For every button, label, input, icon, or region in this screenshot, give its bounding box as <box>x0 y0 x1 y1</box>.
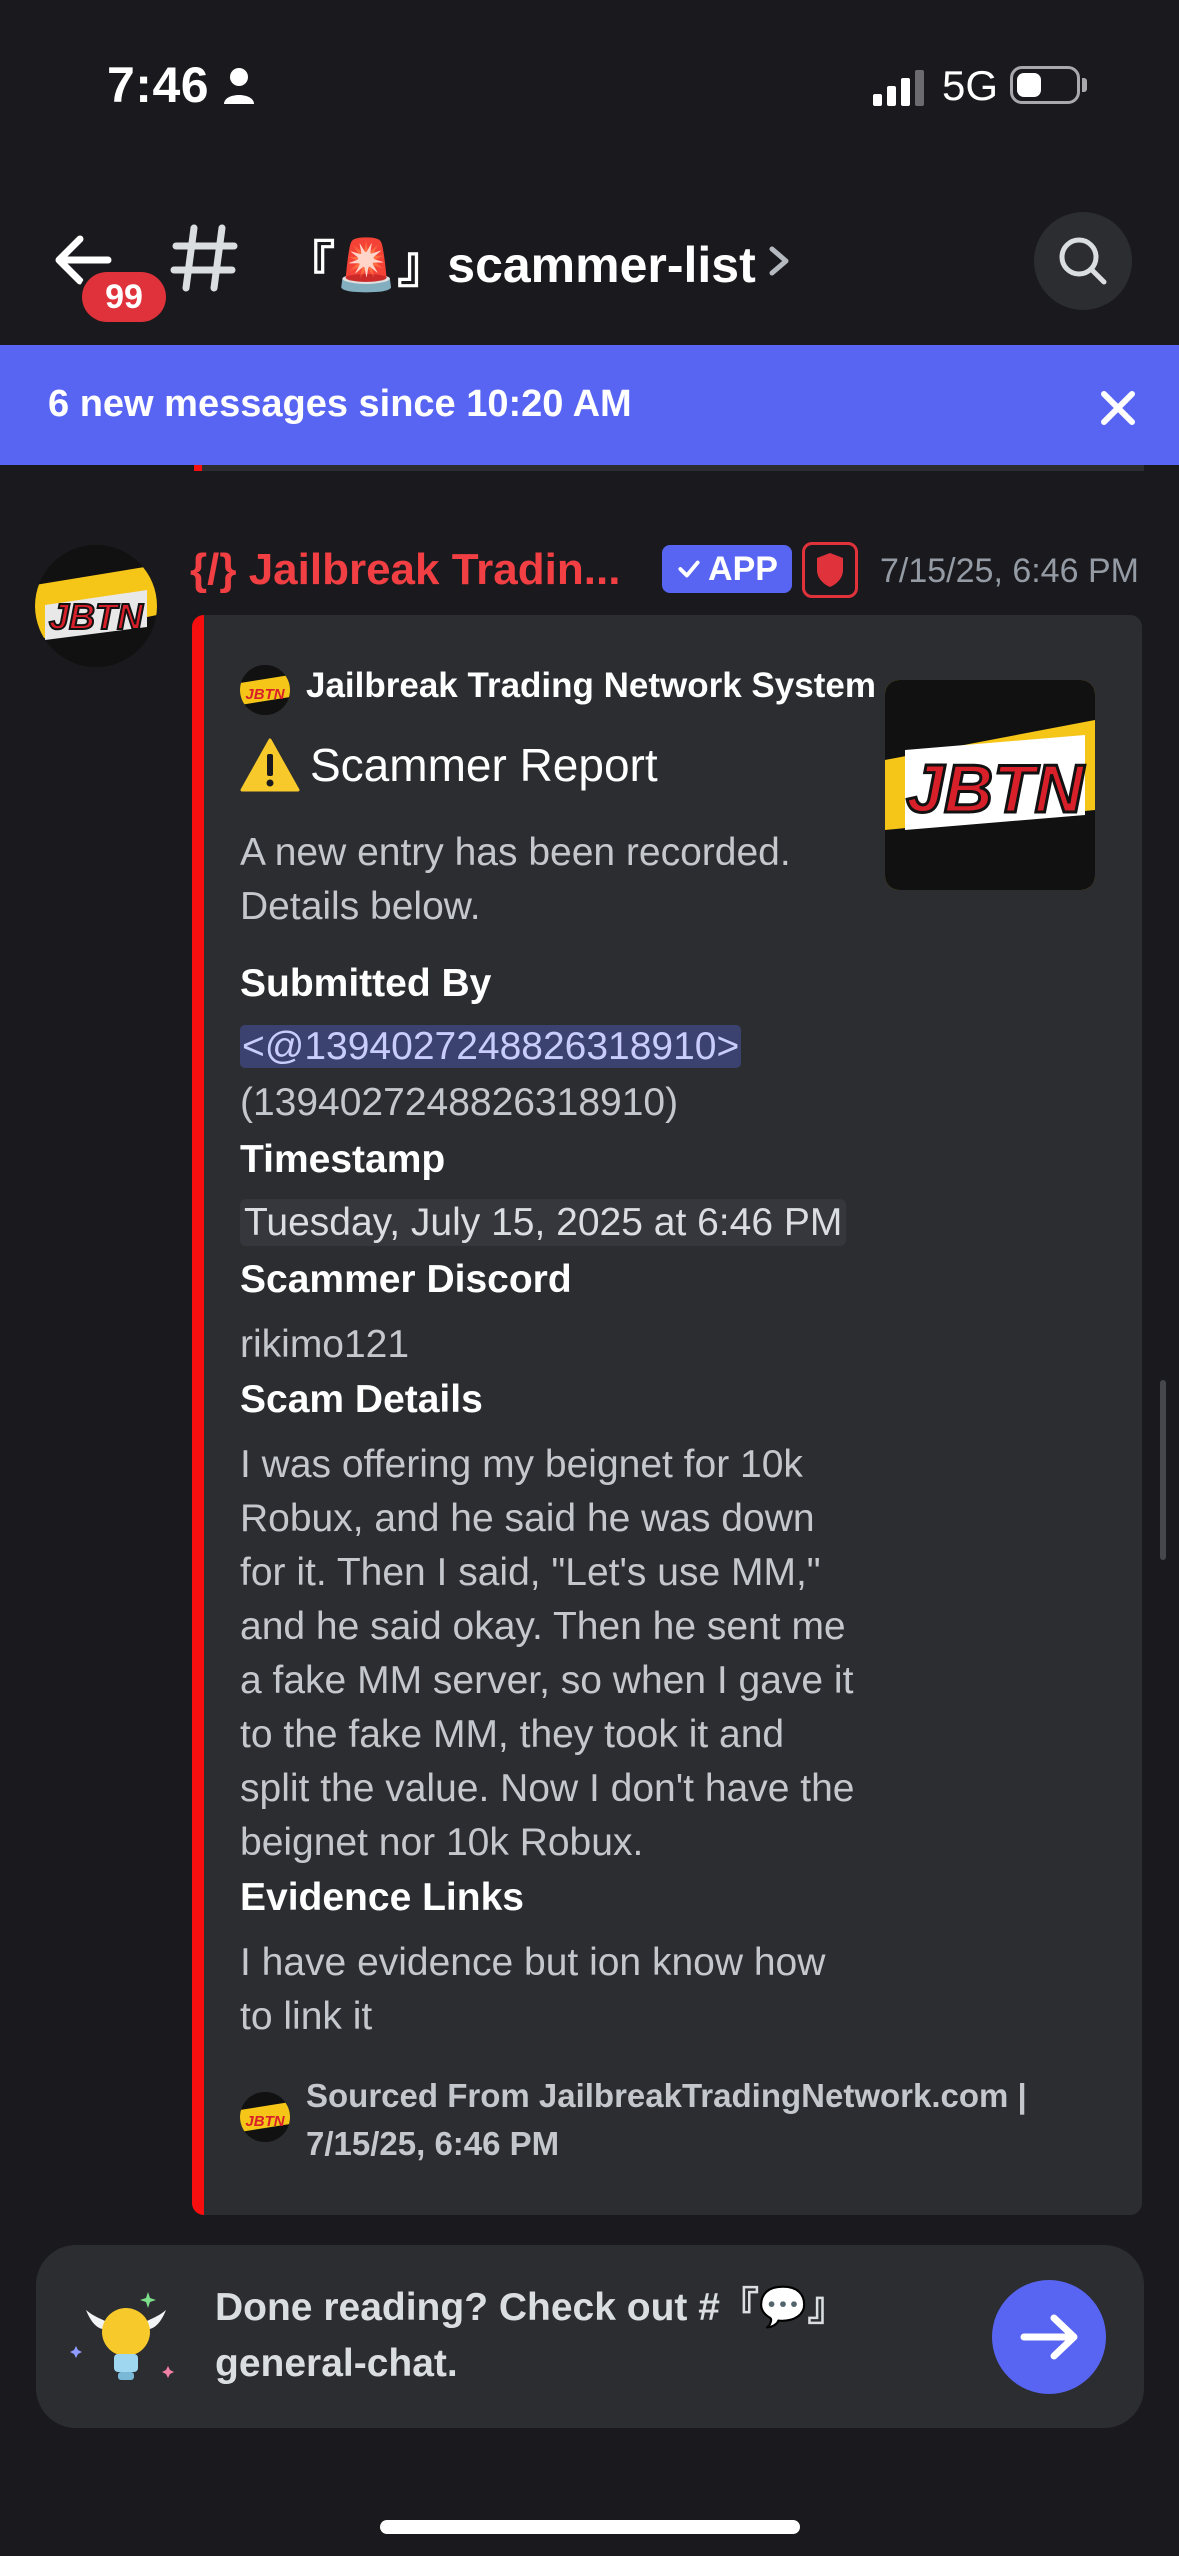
hash-icon <box>170 224 238 292</box>
checkmark-icon <box>678 560 700 578</box>
embed-footer-icon: JBTN <box>240 2092 290 2142</box>
field-name-scammer-discord: Scammer Discord <box>240 1258 572 1301</box>
unread-badge: 99 <box>82 272 166 322</box>
field-name-submitted-by: Submitted By <box>240 962 492 1005</box>
scrollbar[interactable] <box>1160 1380 1166 1560</box>
message-author[interactable]: {/} Jailbreak Tradin... <box>190 545 620 595</box>
warning-icon <box>240 738 300 792</box>
app-tag: APP <box>662 545 792 593</box>
embed-title: Scammer Report <box>310 739 658 791</box>
home-indicator[interactable] <box>380 2520 800 2534</box>
battery-icon <box>1010 66 1080 104</box>
new-messages-text: 6 new messages since 10:20 AM <box>48 383 632 425</box>
channel-title[interactable]: 『🚨』scammer-list <box>285 225 794 297</box>
chevron-right-icon <box>769 246 789 276</box>
evidence-links-value: I have evidence but ion know how to link… <box>240 1941 826 2038</box>
search-button[interactable] <box>1034 212 1132 310</box>
go-to-channel-button[interactable] <box>992 2280 1106 2394</box>
role-shield-badge <box>802 542 858 598</box>
lightbulb-icon <box>70 2292 174 2380</box>
jbtn-logo-icon: JBTN <box>35 545 157 667</box>
prompt-text[interactable]: Done reading? Check out #『💬』general-chat… <box>215 2280 855 2392</box>
network-label: 5G <box>942 62 999 109</box>
previous-embed-edge <box>194 465 1144 471</box>
svg-text:JBTN: JBTN <box>906 751 1085 827</box>
arrow-right-icon <box>1020 2314 1078 2360</box>
embed-description: A new entry has been recorded. Details b… <box>240 831 791 928</box>
app-tag-label: APP <box>708 549 778 588</box>
timestamp-chip[interactable]: Tuesday, July 15, 2025 at 6:46 PM <box>240 1199 847 1246</box>
svg-text:JBTN: JBTN <box>245 2113 285 2130</box>
scammer-discord-value: rikimo121 <box>240 1323 410 1366</box>
field-name-timestamp: Timestamp <box>240 1138 446 1181</box>
submitter-id: (1394027248826318910) <box>240 1081 679 1124</box>
close-icon[interactable] <box>1096 386 1140 430</box>
field-name-scam-details: Scam Details <box>240 1378 483 1421</box>
status-time: 7:46 <box>107 57 210 113</box>
timestamp-value: Tuesday, July 15, 2025 at 6:46 PM <box>240 1196 847 1250</box>
scam-details-value: I was offering my beignet for 10k Robux,… <box>240 1443 855 1864</box>
embed-thumbnail[interactable]: JBTN <box>885 680 1095 890</box>
mention-chip[interactable]: <@1394027248826318910> <box>240 1025 742 1068</box>
signal-icon <box>873 66 927 106</box>
field-name-evidence-links: Evidence Links <box>240 1876 524 1919</box>
person-icon <box>224 68 254 104</box>
embed-author-icon: JBTN <box>240 665 290 715</box>
message-timestamp: 7/15/25, 6:46 PM <box>880 552 1139 590</box>
avatar[interactable]: JBTN <box>35 545 157 667</box>
svg-text:JBTN: JBTN <box>49 596 144 637</box>
battery-tip <box>1082 78 1087 92</box>
svg-text:JBTN: JBTN <box>245 686 285 703</box>
embed-footer: Sourced From JailbreakTradingNetwork.com… <box>306 2077 1027 2162</box>
shield-icon <box>817 553 843 587</box>
embed-author[interactable]: Jailbreak Trading Network System <box>306 666 876 706</box>
submitter-mention[interactable]: <@1394027248826318910> <box>240 1020 742 1074</box>
embed-accent-bar <box>192 615 204 2215</box>
search-icon <box>1059 237 1107 285</box>
channel-name: 『🚨』scammer-list <box>285 237 756 293</box>
